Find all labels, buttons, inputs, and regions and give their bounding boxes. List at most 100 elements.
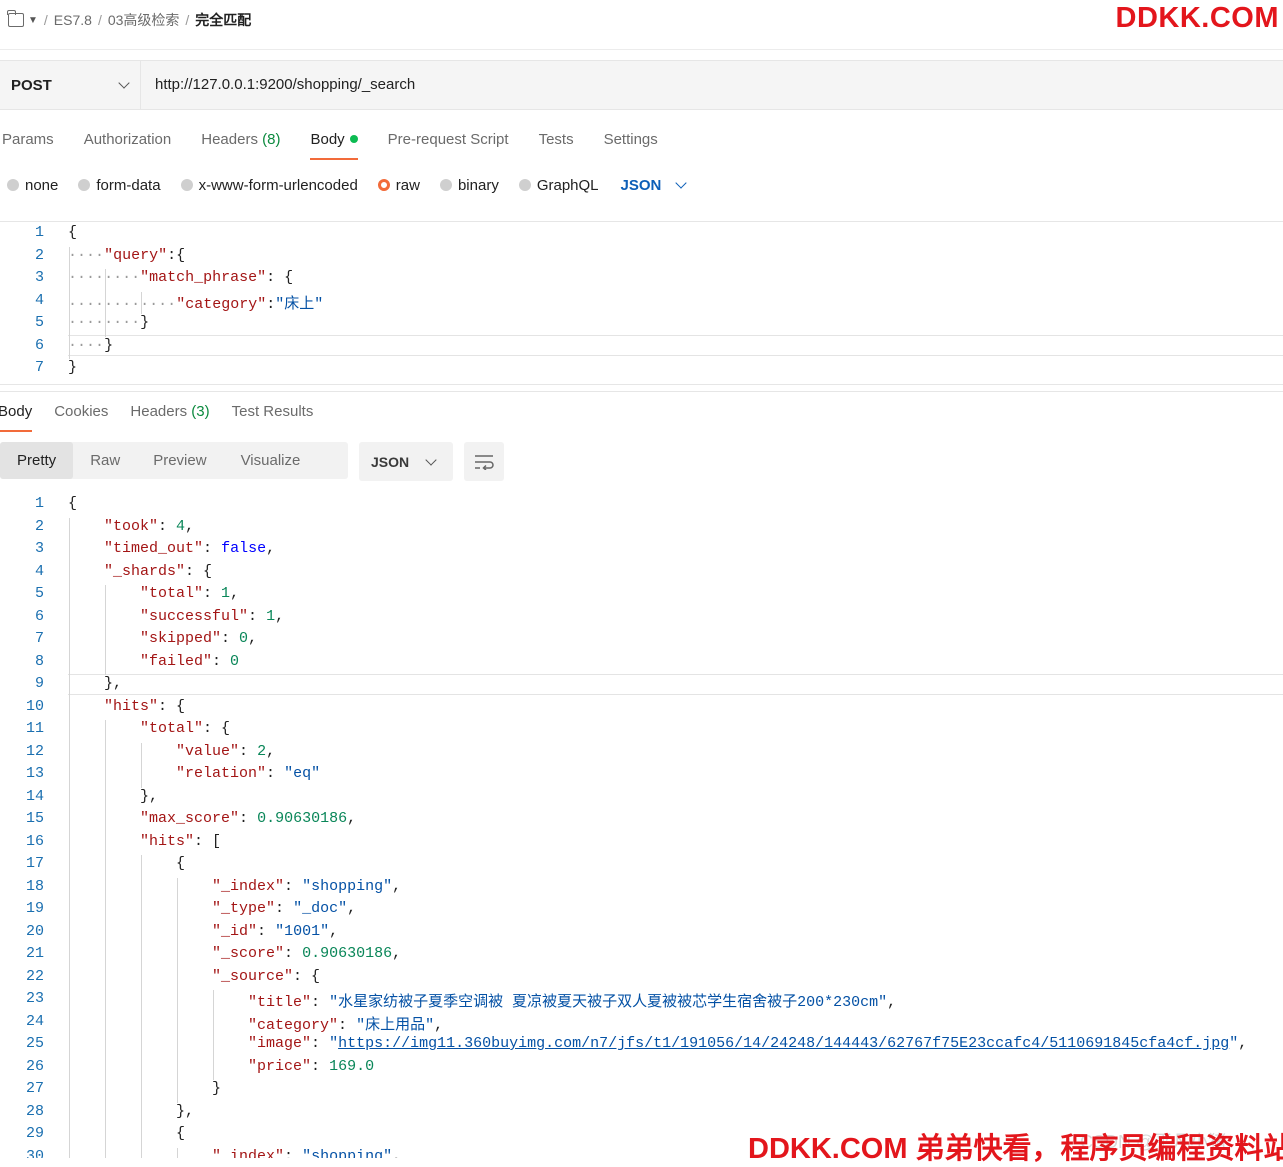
format-label: JSON xyxy=(371,453,410,470)
status-dot-icon xyxy=(349,135,358,143)
divider xyxy=(0,49,1283,50)
code-line: }, xyxy=(68,787,159,805)
radio-icon xyxy=(439,179,452,191)
line-number: 13 xyxy=(25,765,44,782)
line-number: 14 xyxy=(25,787,44,805)
response-format-select[interactable]: JSON xyxy=(359,442,453,481)
code-line: { xyxy=(68,1125,186,1142)
code-line: ····} xyxy=(68,336,114,354)
method-label: POST xyxy=(11,76,52,94)
tab-cookies[interactable]: Cookies xyxy=(54,398,108,432)
mode-urlencoded[interactable]: x-www-form-urlencoded xyxy=(180,177,358,194)
response-body-viewer[interactable]: 1 {2 "took": 4, 3 "timed_out": false, 4 "_s… xyxy=(0,493,1283,1158)
url-input[interactable]: http://127.0.0.1:9200/shopping/_search xyxy=(155,61,415,109)
line-number: 17 xyxy=(25,855,44,872)
view-raw[interactable]: Raw xyxy=(73,442,136,479)
tab-headers[interactable]: Headers (8) xyxy=(201,126,280,160)
divider xyxy=(0,221,1283,222)
line-number: 5 xyxy=(34,314,44,331)
radio-icon xyxy=(180,179,193,191)
line-number: 12 xyxy=(25,742,44,760)
code-line: ····"query":{ xyxy=(68,246,186,264)
code-line: { xyxy=(68,855,186,872)
tab-response-body[interactable]: Body xyxy=(0,398,33,432)
mode-form-data[interactable]: form-data xyxy=(78,177,161,194)
code-line: "title": "水星家纺被子夏季空调被 夏凉被夏天被子双人夏被被芯学生宿舍被… xyxy=(248,994,897,1011)
view-preview[interactable]: Preview xyxy=(136,442,223,479)
radio-icon xyxy=(518,179,531,191)
line-number: 7 xyxy=(34,359,44,376)
line-number: 2 xyxy=(34,246,44,264)
tab-settings[interactable]: Settings xyxy=(604,126,658,160)
chevron-down-icon xyxy=(118,77,130,89)
line-number: 2 xyxy=(34,517,44,535)
response-tabs: Body Cookies Headers (3) Test Results xyxy=(0,398,313,432)
code-line: "timed_out": false, xyxy=(104,540,276,557)
code-line: "_score": 0.90630186, xyxy=(212,945,402,962)
mode-none[interactable]: none xyxy=(7,177,58,194)
breadcrumb-current: 完全匹配 xyxy=(195,12,252,28)
wrap-lines-icon xyxy=(475,454,494,470)
line-number: 16 xyxy=(25,832,44,850)
code-line: "hits": { xyxy=(104,697,186,715)
tab-test-results[interactable]: Test Results xyxy=(232,398,314,432)
request-tabs: Params Authorization Headers (8) Body Pr… xyxy=(2,126,658,162)
line-number: 22 xyxy=(25,967,44,985)
line-number: 4 xyxy=(34,562,44,580)
watermark-banner: DDKK.COM 弟弟快看，程序员编程资料站 xyxy=(748,1133,1283,1165)
code-line: }, xyxy=(68,1102,195,1120)
code-line: "_index": "shopping", xyxy=(212,1147,402,1159)
code-line: { xyxy=(68,495,78,512)
tab-params[interactable]: Params xyxy=(2,126,54,160)
line-number: 1 xyxy=(34,224,44,241)
breadcrumb-item-folder[interactable]: 03高级检索 xyxy=(108,10,180,30)
view-pretty[interactable]: Pretty xyxy=(0,442,74,479)
mode-raw[interactable]: raw xyxy=(377,177,420,194)
line-number: 11 xyxy=(25,720,44,737)
breadcrumb: ▼ / ES7.8 / 03高级检索 / 完全匹配 xyxy=(7,9,252,31)
line-number: 23 xyxy=(25,990,44,1007)
tab-response-headers[interactable]: Headers (3) xyxy=(130,398,209,432)
divider xyxy=(0,384,1283,385)
line-number: 10 xyxy=(25,697,44,715)
mode-graphql[interactable]: GraphQL xyxy=(518,177,599,194)
view-visualize[interactable]: Visualize xyxy=(224,442,318,479)
code-line: "total": 1, xyxy=(140,585,240,602)
code-line: } xyxy=(68,359,78,376)
request-body-editor[interactable]: 1 {2 ····"query":{3 ········"match_phrase":… xyxy=(0,224,1283,382)
code-line: "successful": 1, xyxy=(140,607,285,625)
headers-count: (8) xyxy=(262,131,281,148)
tab-tests[interactable]: Tests xyxy=(539,126,574,160)
line-number: 28 xyxy=(25,1102,44,1120)
tab-authorization[interactable]: Authorization xyxy=(84,126,172,160)
line-number: 26 xyxy=(25,1057,44,1075)
line-number: 21 xyxy=(25,945,44,962)
method-select[interactable]: POST xyxy=(0,61,141,109)
body-language-select[interactable]: JSON xyxy=(621,177,688,194)
wrap-lines-button[interactable] xyxy=(464,442,504,481)
line-number: 1 xyxy=(34,495,44,512)
line-number: 4 xyxy=(34,291,44,309)
divider xyxy=(0,391,1283,392)
tab-pre-request-script[interactable]: Pre-request Script xyxy=(388,126,509,160)
code-line: ············"category":"床上" xyxy=(68,295,324,313)
line-number: 15 xyxy=(25,810,44,827)
code-line: "_shards": { xyxy=(104,562,213,580)
code-line: } xyxy=(68,1080,222,1097)
chevron-down-icon xyxy=(675,177,688,189)
collection-icon[interactable] xyxy=(7,10,24,27)
body-mode-selector: none form-data x-www-form-urlencoded raw… xyxy=(7,173,688,197)
line-number: 27 xyxy=(25,1080,44,1097)
caret-down-icon[interactable]: ▼ xyxy=(28,15,38,26)
code-line: "_index": "shopping", xyxy=(212,877,402,895)
line-number: 25 xyxy=(25,1035,44,1052)
view-mode-segmented: Pretty Raw Preview Visualize xyxy=(0,442,348,479)
breadcrumb-item-workspace[interactable]: ES7.8 xyxy=(54,12,92,28)
line-number: 6 xyxy=(34,336,44,354)
mode-binary[interactable]: binary xyxy=(439,177,499,194)
tab-body[interactable]: Body xyxy=(310,126,358,160)
line-number: 18 xyxy=(25,877,44,895)
code-line: "hits": [ xyxy=(140,832,222,850)
radio-icon xyxy=(78,179,91,191)
chevron-down-icon xyxy=(425,453,437,466)
